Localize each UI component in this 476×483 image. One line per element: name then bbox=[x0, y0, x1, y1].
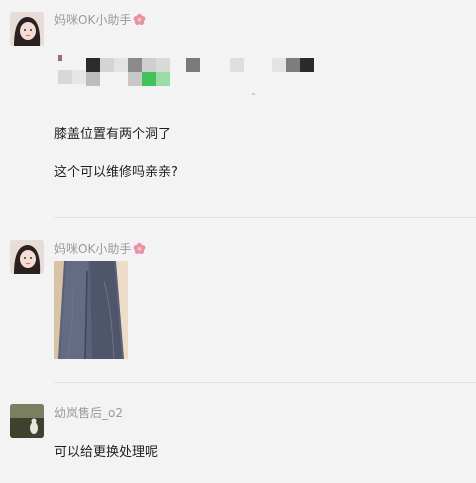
sender-name-text: 幼岚售后_o2 bbox=[54, 406, 123, 420]
flower-icon bbox=[133, 242, 146, 255]
sender-name: 妈咪OK小助手 bbox=[54, 240, 146, 257]
message-text: 可以给更换处理呢 bbox=[54, 445, 159, 460]
avatar[interactable] bbox=[10, 12, 44, 46]
avatar[interactable] bbox=[10, 240, 44, 274]
sender-name-text: 妈咪OK小助手 bbox=[54, 13, 132, 27]
chat-message: 妈咪OK小助手 膝盖位置有两个洞了 这个可以维修吗亲亲? bbox=[0, 0, 476, 218]
sender-name: 幼岚售后_o2 bbox=[54, 404, 123, 421]
flower-icon bbox=[133, 13, 146, 26]
message-text: 膝盖位置有两个洞了 bbox=[54, 127, 172, 142]
sender-name-text: 妈咪OK小助手 bbox=[54, 242, 132, 256]
chat-message: 幼岚售后_o2 可以给更换处理呢 bbox=[0, 383, 476, 483]
pixelated-image bbox=[54, 55, 334, 95]
photo-attachment[interactable] bbox=[54, 261, 128, 359]
message-text: 这个可以维修吗亲亲? bbox=[54, 165, 178, 180]
sender-name: 妈咪OK小助手 bbox=[54, 11, 146, 28]
avatar[interactable] bbox=[10, 404, 44, 438]
chat-message: 妈咪OK小助手 bbox=[0, 218, 476, 383]
